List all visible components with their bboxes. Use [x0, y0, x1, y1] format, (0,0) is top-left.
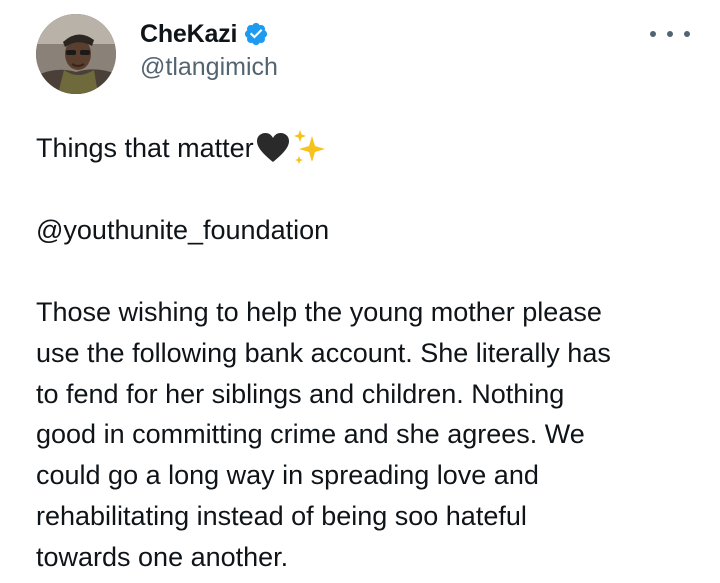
author-display-name[interactable]: CheKazi: [140, 20, 237, 49]
first-line-text: Things that matter: [36, 133, 254, 163]
tweet: CheKazi @tlangimich Things that matter @…: [0, 0, 720, 583]
tweet-body: Those wishing to help the young mother p…: [36, 292, 706, 578]
body-line: good in committing crime and she agrees.…: [36, 419, 585, 450]
body-line: use the following bank account. She lite…: [36, 337, 611, 368]
verified-badge-icon: [243, 21, 269, 47]
body-line: to fend for her siblings and children. N…: [36, 378, 565, 409]
body-line: could go a long way in spreading love an…: [36, 460, 539, 491]
ellipsis-dot-icon: [667, 31, 673, 37]
avatar[interactable]: [36, 14, 116, 94]
author-handle[interactable]: @tlangimich: [140, 53, 278, 82]
body-line: towards one another.: [36, 541, 289, 572]
ellipsis-dot-icon: [650, 31, 656, 37]
ellipsis-dot-icon: [684, 31, 690, 37]
more-options-button[interactable]: [650, 22, 690, 46]
profile-photo-icon: [36, 14, 116, 94]
body-line: Those wishing to help the young mother p…: [36, 297, 602, 327]
author-name-row: CheKazi: [140, 14, 269, 54]
sparkles-icon: [292, 128, 330, 168]
mention-link[interactable]: @youthunite_foundation: [36, 210, 329, 250]
black-heart-icon: [256, 132, 290, 164]
tweet-first-line: Things that matter: [36, 128, 330, 168]
body-line: rehabilitating instead of being soo hate…: [36, 500, 527, 531]
